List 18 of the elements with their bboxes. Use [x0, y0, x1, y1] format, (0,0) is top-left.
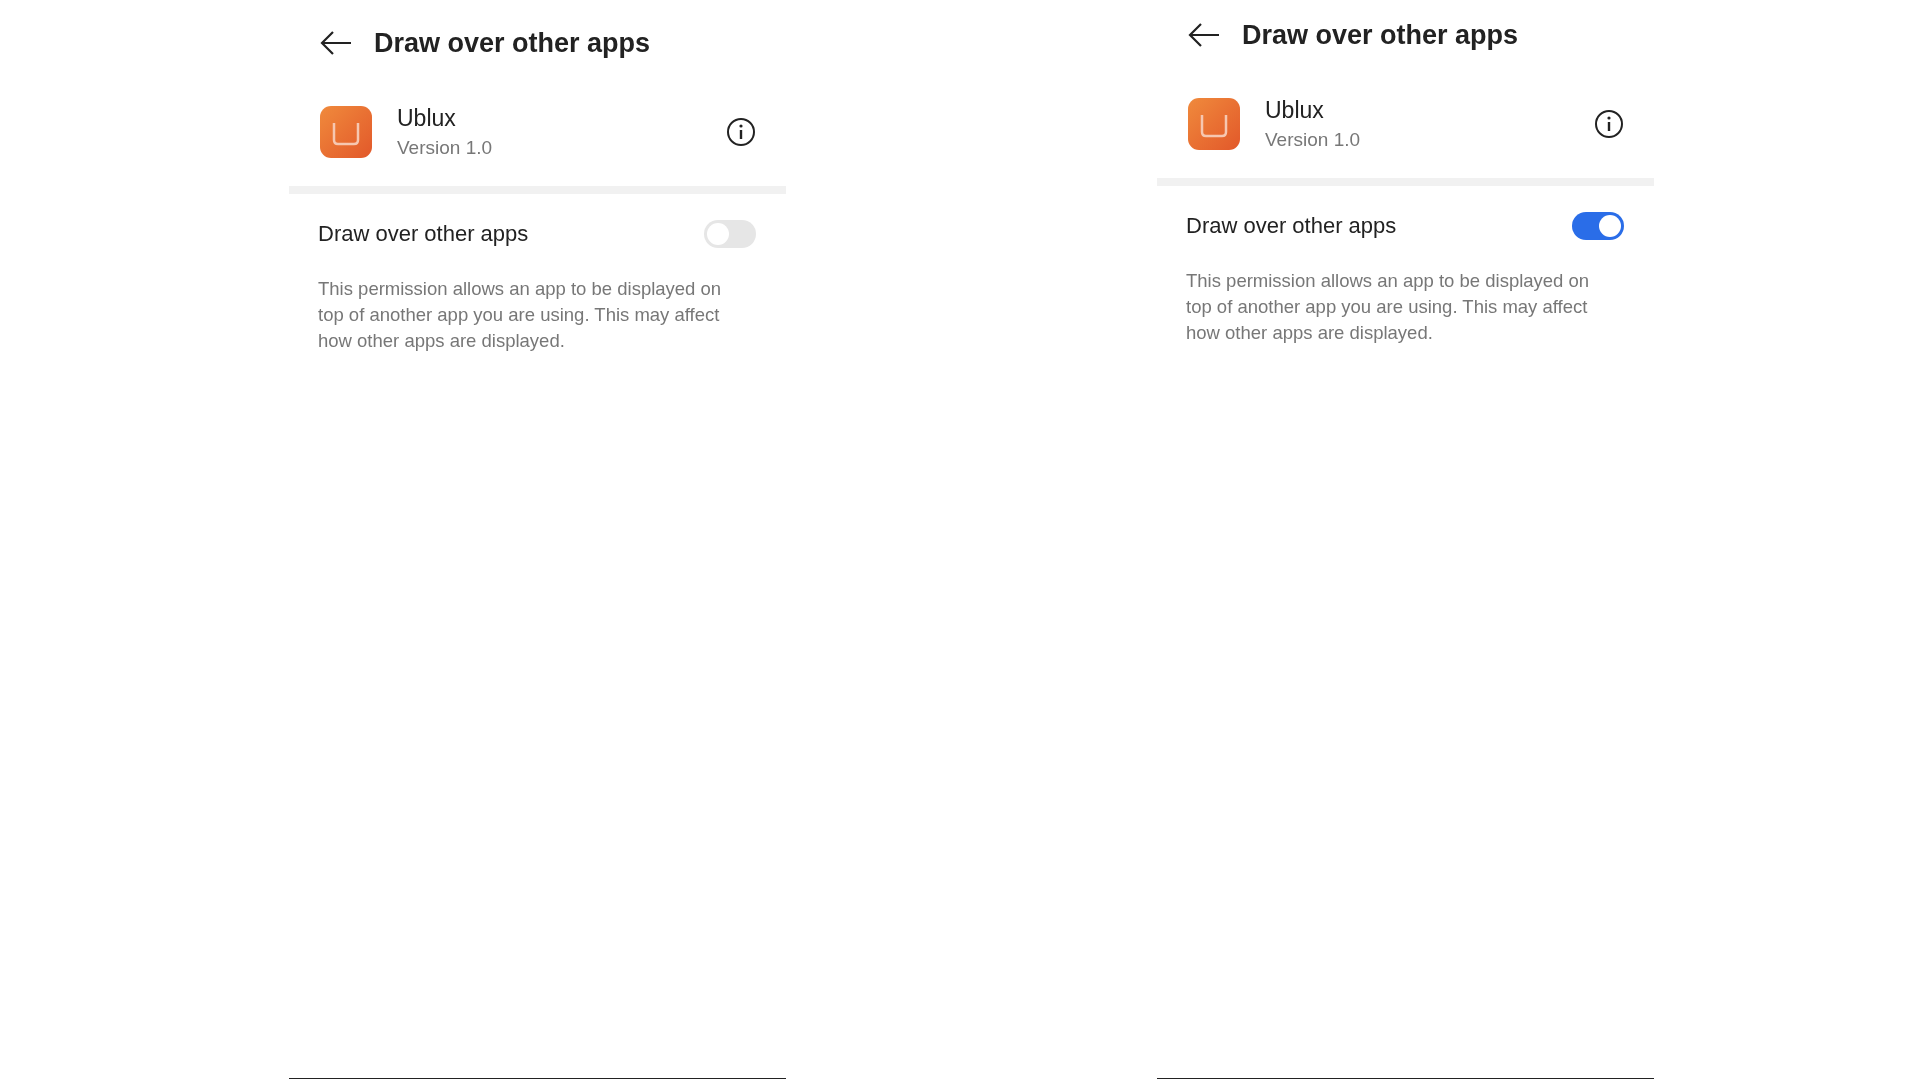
- back-arrow-icon[interactable]: [320, 30, 352, 56]
- permission-description: This permission allows an app to be displayed on top of another app you are using. This may affect how other apps are displayed.: [1186, 269, 1591, 345]
- app-version: Version 1.0: [397, 137, 494, 159]
- app-name: Ublux: [1265, 97, 1325, 124]
- app-icon: [320, 106, 372, 158]
- info-icon[interactable]: [726, 117, 756, 147]
- app-name: Ublux: [397, 105, 457, 132]
- info-icon[interactable]: [1594, 109, 1624, 139]
- setting-label: Draw over other apps: [1186, 213, 1397, 239]
- page-title: Draw over other apps: [374, 27, 651, 59]
- toggle-switch[interactable]: [704, 220, 756, 248]
- app-icon: [1188, 98, 1240, 150]
- setting-label: Draw over other apps: [318, 221, 529, 247]
- app-version: Version 1.0: [1265, 129, 1362, 151]
- page-title: Draw over other apps: [1242, 19, 1519, 51]
- toggle-switch[interactable]: [1572, 212, 1624, 240]
- back-arrow-icon[interactable]: [1188, 22, 1220, 48]
- permission-description: This permission allows an app to be displayed on top of another app you are using. This may affect how other apps are displayed.: [318, 277, 723, 353]
